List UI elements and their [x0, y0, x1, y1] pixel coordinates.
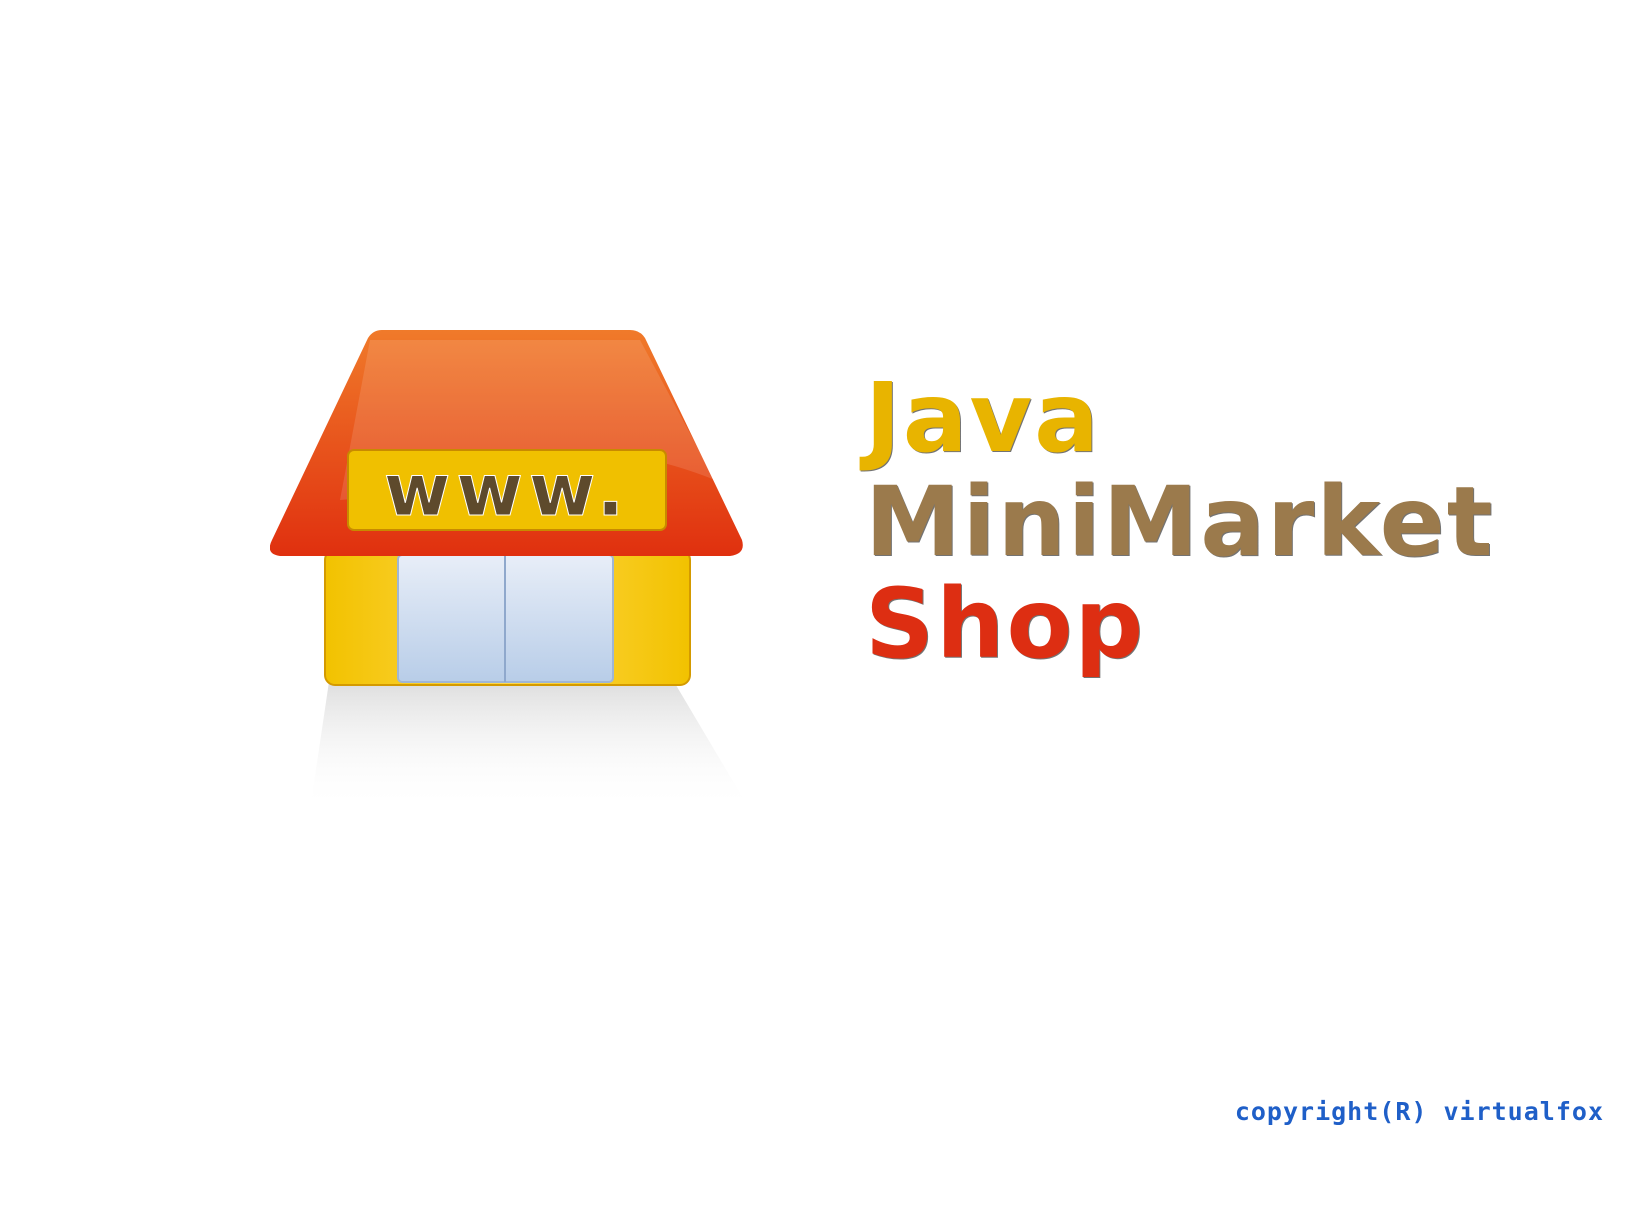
shop-reflection: [310, 675, 750, 810]
copyright-text: copyright(R) virtualfox: [1234, 1097, 1604, 1126]
title-line-shop: Shop: [865, 568, 1146, 680]
title-line-minimarket: MiniMarket: [865, 466, 1495, 578]
splash-screen: www. Java MiniMarket Shop copyright(R) v…: [0, 0, 1632, 1224]
title-line-java: Java: [865, 362, 1101, 474]
app-title: Java MiniMarket Shop: [865, 370, 1565, 672]
shop-sign-text: www.: [384, 448, 630, 532]
shop-icon: www.: [270, 330, 750, 810]
